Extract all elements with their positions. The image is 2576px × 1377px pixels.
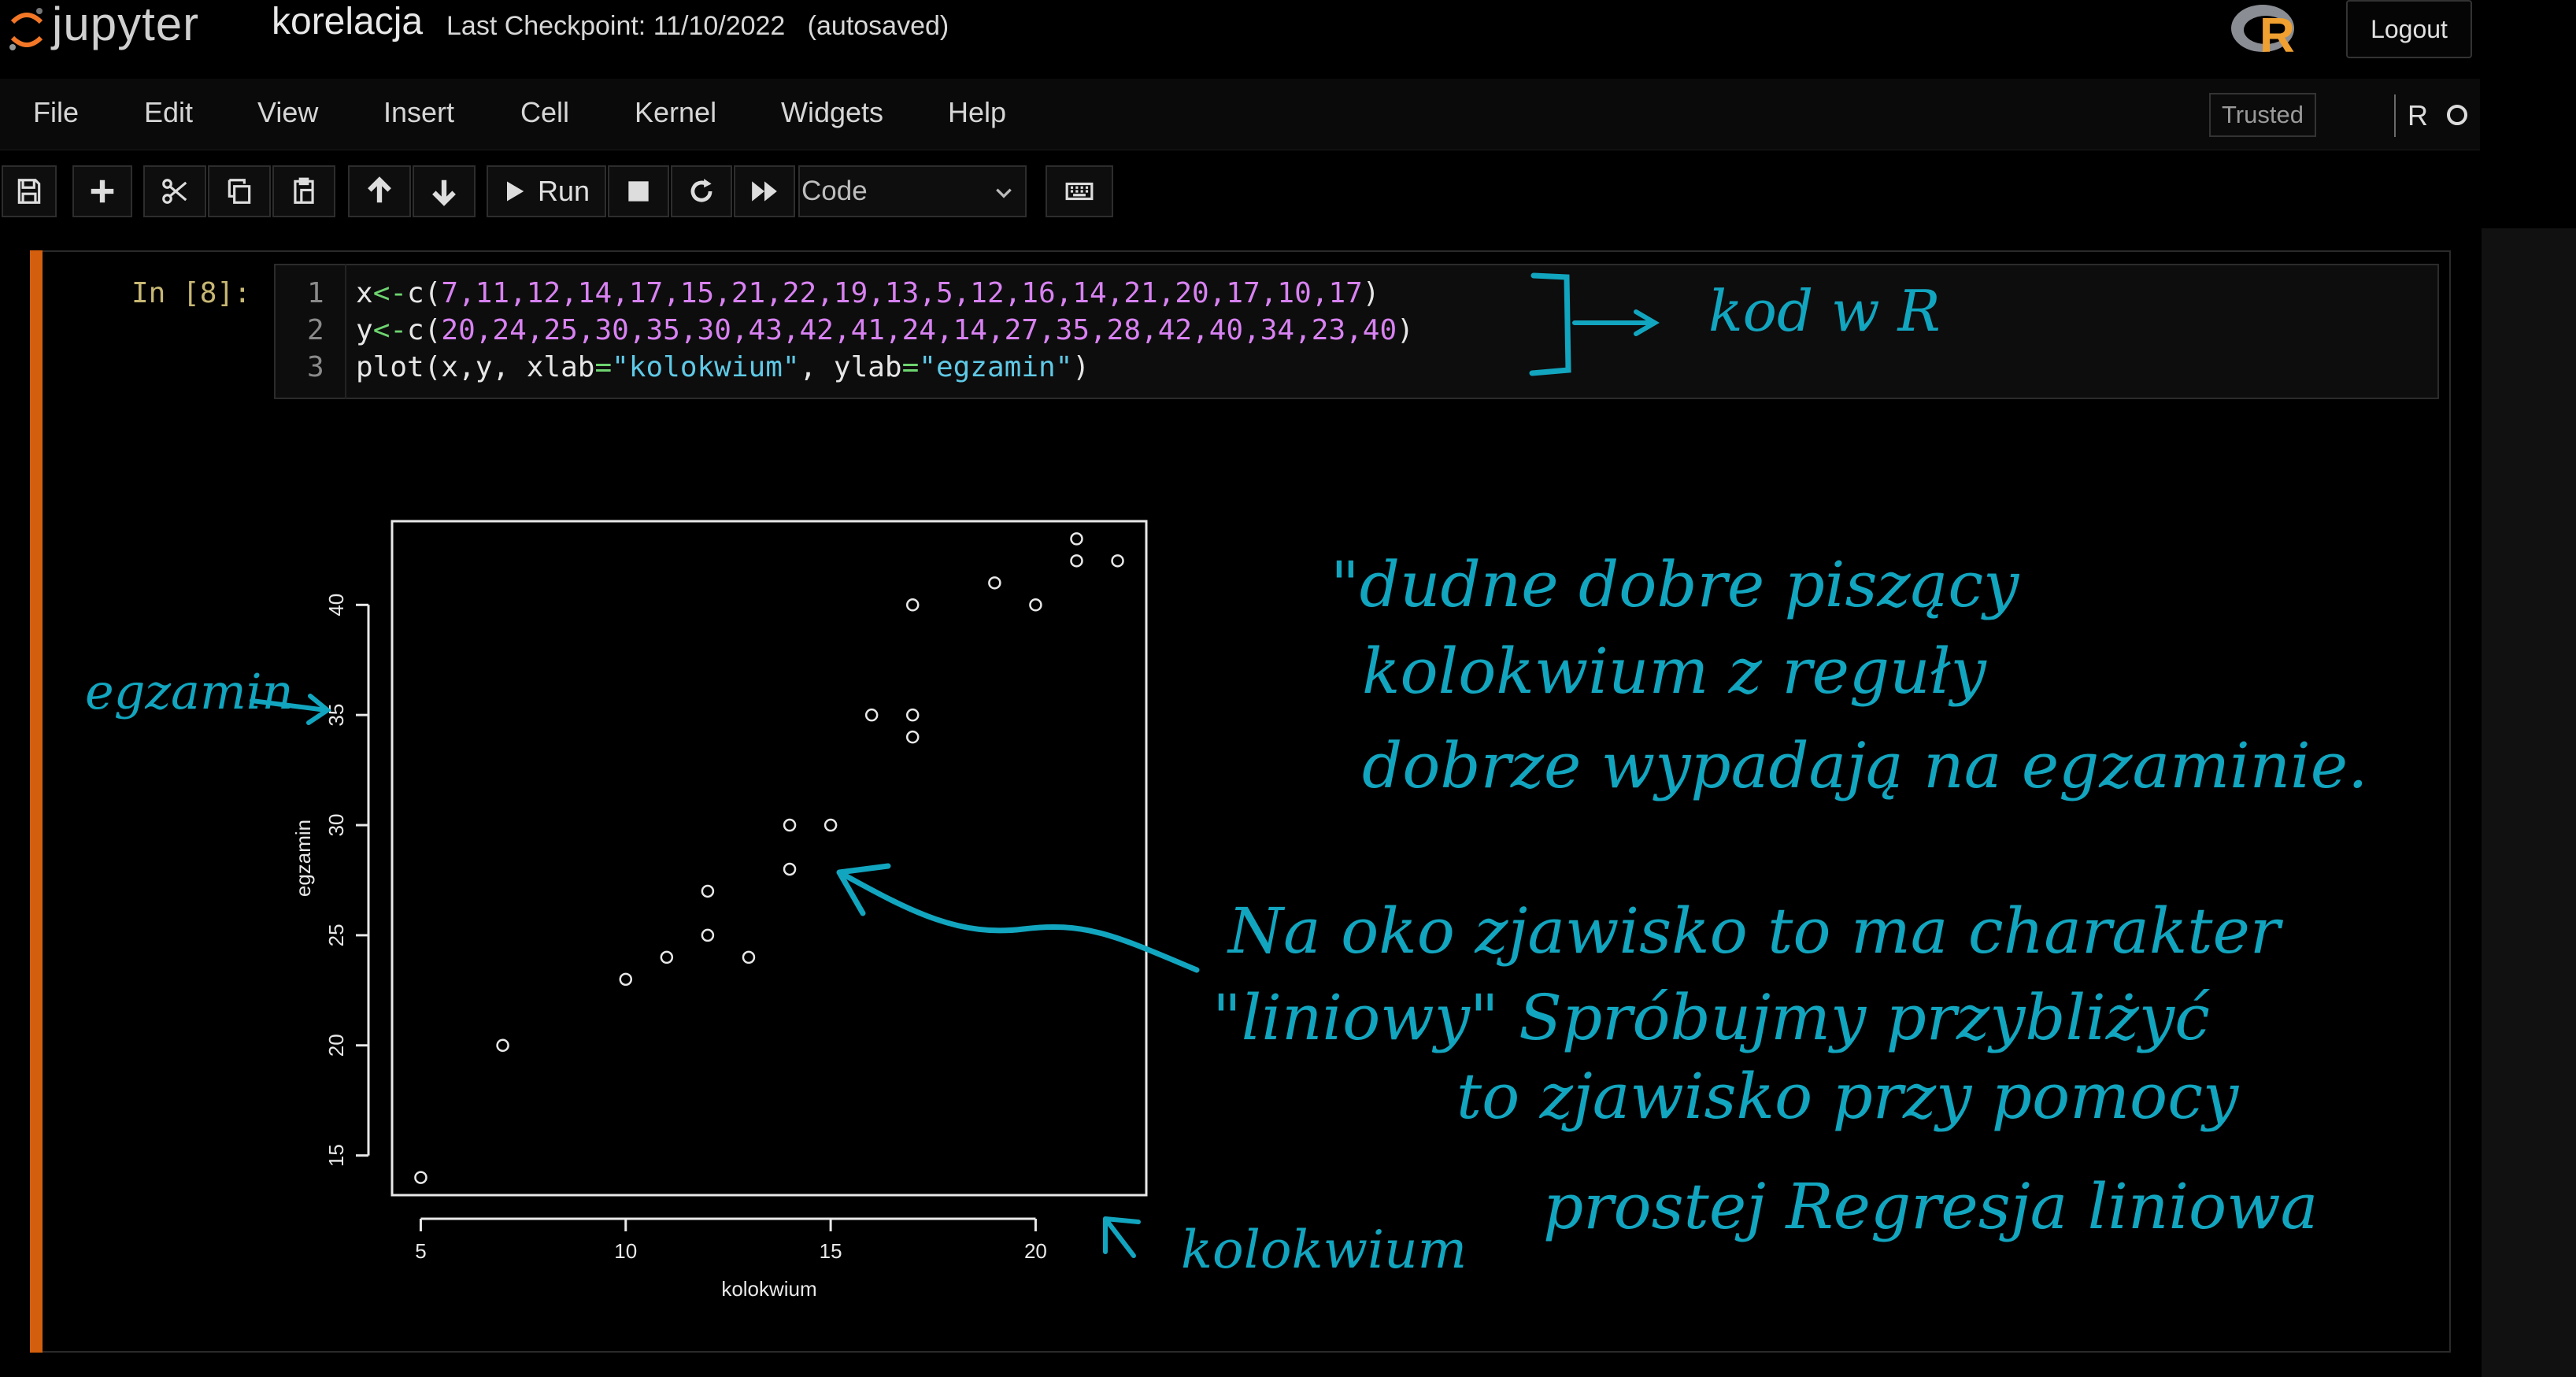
cut-button[interactable] — [143, 165, 206, 217]
kernel-idle-indicator-icon — [2447, 105, 2467, 125]
xlab-string: "kolokwium" — [612, 351, 800, 383]
y-values: 20,24,25,30,35,30,43,42,41,24,14,27,35,2… — [441, 314, 1397, 346]
save-button[interactable] — [2, 165, 57, 217]
restart-button[interactable] — [671, 165, 732, 217]
chevron-down-icon — [996, 188, 1012, 198]
r-kernel-logo-icon: R — [2231, 5, 2295, 60]
notebook-title[interactable]: korelacja — [272, 0, 423, 43]
insert-cell-button[interactable] — [72, 165, 132, 217]
copy-button[interactable] — [208, 165, 271, 217]
kernel-separator — [2394, 94, 2396, 137]
move-up-button[interactable] — [348, 165, 411, 217]
selected-cell-indicator — [30, 250, 43, 1353]
logout-button[interactable]: Logout — [2346, 0, 2472, 58]
kernel-name[interactable]: R — [2408, 99, 2428, 132]
jupyter-logo[interactable]: jupyter — [0, 0, 252, 63]
notebook-header: jupyter korelacja Last Checkpoint: 11/10… — [0, 0, 2576, 75]
line-number: 1 — [307, 277, 324, 309]
code-line-1: x<-c(7,11,12,14,17,15,21,22,19,13,5,12,1… — [356, 277, 1380, 309]
save-icon — [17, 179, 41, 204]
keyboard-icon — [1065, 182, 1094, 201]
line-number: 3 — [307, 351, 324, 383]
line-number: 2 — [307, 314, 324, 346]
command-palette-button[interactable] — [1046, 165, 1113, 217]
jupyter-wordmark: jupyter — [52, 0, 200, 50]
move-down-button[interactable] — [413, 165, 476, 217]
interrupt-button[interactable] — [608, 165, 669, 217]
menu-kernel[interactable]: Kernel — [635, 96, 716, 129]
arrow-down-icon — [432, 180, 456, 206]
fast-forward-icon — [752, 181, 777, 202]
paste-icon — [294, 177, 314, 204]
restart-icon — [690, 179, 712, 202]
run-all-button[interactable] — [734, 165, 795, 217]
ylab-string: "egzamin" — [919, 351, 1073, 383]
play-icon — [506, 181, 524, 202]
menu-view[interactable]: View — [257, 96, 318, 129]
menu-edit[interactable]: Edit — [144, 96, 193, 129]
copy-icon — [228, 179, 251, 204]
code-line-2: y<-c(20,24,25,30,35,30,43,42,41,24,14,27… — [356, 314, 1414, 346]
plus-icon — [91, 180, 114, 203]
notebook-scrollbar[interactable] — [2482, 228, 2576, 1377]
menu-widgets[interactable]: Widgets — [781, 96, 883, 129]
code-cell[interactable] — [30, 250, 2451, 1353]
trusted-badge[interactable]: Trusted — [2209, 93, 2316, 137]
run-button[interactable]: Run — [487, 165, 606, 217]
checkpoint-status: Last Checkpoint: 11/10/2022 (autosaved) — [446, 11, 949, 41]
menu-insert[interactable]: Insert — [383, 96, 454, 129]
cell-type-select[interactable]: Code — [798, 165, 1027, 217]
r-logo-letter: R — [2260, 9, 2295, 60]
cell-type-value: Code — [801, 176, 868, 206]
menu-file[interactable]: File — [33, 96, 79, 129]
jupyter-ring-icon — [9, 8, 43, 50]
run-label: Run — [537, 175, 590, 207]
cut-icon — [162, 179, 187, 204]
arrow-up-icon — [368, 176, 391, 203]
menubar: File Edit View Insert Cell Kernel Widget… — [0, 79, 2480, 150]
paste-button[interactable] — [272, 165, 335, 217]
menu-cell[interactable]: Cell — [520, 96, 569, 129]
code-line-3: plot(x,y, xlab="kolokwium", ylab="egzami… — [356, 351, 1090, 383]
menu-help[interactable]: Help — [948, 96, 1006, 129]
x-values: 7,11,12,14,17,15,21,22,19,13,5,12,16,14,… — [441, 277, 1363, 309]
stop-icon — [628, 181, 649, 202]
cell-prompt: In [8]: — [131, 277, 251, 309]
